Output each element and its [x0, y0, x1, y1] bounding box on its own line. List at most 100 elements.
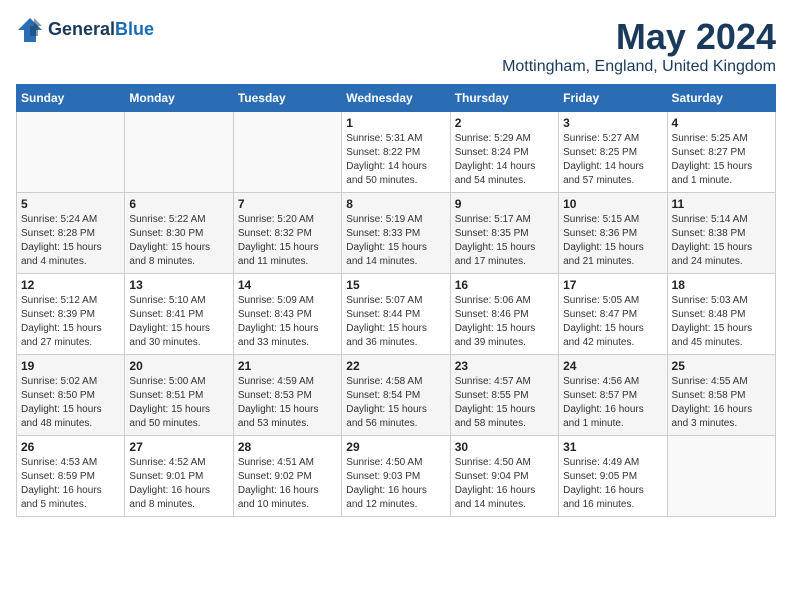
day-number: 19	[21, 359, 120, 373]
day-number: 8	[346, 197, 445, 211]
title-area: May 2024 Mottingham, England, United Kin…	[502, 16, 776, 76]
calendar-cell	[125, 112, 233, 193]
calendar-cell: 2 Sunrise: 5:29 AMSunset: 8:24 PMDaylight…	[450, 112, 558, 193]
day-number: 20	[129, 359, 228, 373]
calendar-cell: 17 Sunrise: 5:05 AMSunset: 8:47 PMDayligh…	[559, 274, 667, 355]
day-detail: Sunrise: 5:15 AMSunset: 8:36 PMDaylight:…	[563, 213, 662, 269]
day-number: 11	[672, 197, 771, 211]
col-header-friday: Friday	[559, 85, 667, 112]
calendar-cell: 10 Sunrise: 5:15 AMSunset: 8:36 PMDayligh…	[559, 193, 667, 274]
calendar-cell	[17, 112, 125, 193]
day-number: 28	[238, 440, 337, 454]
calendar-cell: 6Sunrise: 5:22 AMSunset: 8:30 PMDaylight…	[125, 193, 233, 274]
logo-icon	[16, 16, 44, 44]
logo-line1: General	[48, 19, 115, 39]
day-detail: Sunrise: 4:59 AMSunset: 8:53 PMDaylight:…	[238, 375, 337, 431]
day-detail: Sunrise: 5:24 AMSunset: 8:28 PMDaylight:…	[21, 213, 120, 269]
calendar-cell: 5 Sunrise: 5:24 AMSunset: 8:28 PMDaylight…	[17, 193, 125, 274]
calendar-cell: 9Sunrise: 5:17 AMSunset: 8:35 PMDaylight…	[450, 193, 558, 274]
day-detail: Sunrise: 5:00 AMSunset: 8:51 PMDaylight:…	[129, 375, 228, 431]
header: GeneralBlue May 2024 Mottingham, England…	[16, 16, 776, 76]
day-detail: Sunrise: 5:29 AMSunset: 8:24 PMDaylight:…	[455, 132, 554, 188]
col-header-sunday: Sunday	[17, 85, 125, 112]
day-number: 2	[455, 116, 554, 130]
day-number: 5	[21, 197, 120, 211]
calendar-week-row: 5 Sunrise: 5:24 AMSunset: 8:28 PMDaylight…	[17, 193, 776, 274]
calendar-cell: 13 Sunrise: 5:10 AMSunset: 8:41 PMDayligh…	[125, 274, 233, 355]
day-detail: Sunrise: 4:58 AMSunset: 8:54 PMDaylight:…	[346, 375, 445, 431]
col-header-tuesday: Tuesday	[233, 85, 341, 112]
calendar-cell: 27Sunrise: 4:52 AMSunset: 9:01 PMDayligh…	[125, 436, 233, 517]
day-detail: Sunrise: 5:31 AMSunset: 8:22 PMDaylight:…	[346, 132, 445, 188]
day-number: 22	[346, 359, 445, 373]
col-header-thursday: Thursday	[450, 85, 558, 112]
calendar-week-row: 12Sunrise: 5:12 AMSunset: 8:39 PMDayligh…	[17, 274, 776, 355]
day-detail: Sunrise: 5:25 AMSunset: 8:27 PMDaylight:…	[672, 132, 771, 188]
day-number: 4	[672, 116, 771, 130]
day-number: 13	[129, 278, 228, 292]
calendar-cell: 22 Sunrise: 4:58 AMSunset: 8:54 PMDayligh…	[342, 355, 450, 436]
day-number: 29	[346, 440, 445, 454]
calendar-cell: 3 Sunrise: 5:27 AMSunset: 8:25 PMDaylight…	[559, 112, 667, 193]
day-detail: Sunrise: 5:02 AMSunset: 8:50 PMDaylight:…	[21, 375, 120, 431]
calendar-week-row: 26 Sunrise: 4:53 AMSunset: 8:59 PMDayligh…	[17, 436, 776, 517]
day-detail: Sunrise: 4:50 AMSunset: 9:04 PMDaylight:…	[455, 456, 554, 512]
day-number: 26	[21, 440, 120, 454]
calendar-cell: 28 Sunrise: 4:51 AMSunset: 9:02 PMDayligh…	[233, 436, 341, 517]
calendar-week-row: 1 Sunrise: 5:31 AMSunset: 8:22 PMDaylight…	[17, 112, 776, 193]
calendar-cell: 21 Sunrise: 4:59 AMSunset: 8:53 PMDayligh…	[233, 355, 341, 436]
day-number: 10	[563, 197, 662, 211]
day-number: 1	[346, 116, 445, 130]
col-header-saturday: Saturday	[667, 85, 775, 112]
calendar-cell: 26 Sunrise: 4:53 AMSunset: 8:59 PMDayligh…	[17, 436, 125, 517]
day-detail: Sunrise: 4:55 AMSunset: 8:58 PMDaylight:…	[672, 375, 771, 431]
calendar-cell: 14 Sunrise: 5:09 AMSunset: 8:43 PMDayligh…	[233, 274, 341, 355]
day-detail: Sunrise: 4:53 AMSunset: 8:59 PMDaylight:…	[21, 456, 120, 512]
day-number: 3	[563, 116, 662, 130]
day-number: 30	[455, 440, 554, 454]
calendar-cell: 29 Sunrise: 4:50 AMSunset: 9:03 PMDayligh…	[342, 436, 450, 517]
day-number: 7	[238, 197, 337, 211]
day-detail: Sunrise: 4:57 AMSunset: 8:55 PMDaylight:…	[455, 375, 554, 431]
day-number: 14	[238, 278, 337, 292]
calendar-header-row: SundayMondayTuesdayWednesdayThursdayFrid…	[17, 85, 776, 112]
calendar-cell: 20 Sunrise: 5:00 AMSunset: 8:51 PMDayligh…	[125, 355, 233, 436]
calendar-cell: 23 Sunrise: 4:57 AMSunset: 8:55 PMDayligh…	[450, 355, 558, 436]
day-detail: Sunrise: 5:09 AMSunset: 8:43 PMDaylight:…	[238, 294, 337, 350]
calendar-cell: 12Sunrise: 5:12 AMSunset: 8:39 PMDayligh…	[17, 274, 125, 355]
day-detail: Sunrise: 5:03 AMSunset: 8:48 PMDaylight:…	[672, 294, 771, 350]
day-detail: Sunrise: 5:22 AMSunset: 8:30 PMDaylight:…	[129, 213, 228, 269]
calendar-subtitle: Mottingham, England, United Kingdom	[502, 58, 776, 76]
day-detail: Sunrise: 5:10 AMSunset: 8:41 PMDaylight:…	[129, 294, 228, 350]
calendar-cell: 16Sunrise: 5:06 AMSunset: 8:46 PMDayligh…	[450, 274, 558, 355]
logo: GeneralBlue	[16, 16, 154, 44]
calendar-title: May 2024	[502, 16, 776, 58]
calendar-cell: 18 Sunrise: 5:03 AMSunset: 8:48 PMDayligh…	[667, 274, 775, 355]
day-number: 21	[238, 359, 337, 373]
day-detail: Sunrise: 5:14 AMSunset: 8:38 PMDaylight:…	[672, 213, 771, 269]
calendar-cell: 11 Sunrise: 5:14 AMSunset: 8:38 PMDayligh…	[667, 193, 775, 274]
day-number: 16	[455, 278, 554, 292]
day-detail: Sunrise: 5:27 AMSunset: 8:25 PMDaylight:…	[563, 132, 662, 188]
day-number: 23	[455, 359, 554, 373]
day-number: 12	[21, 278, 120, 292]
day-detail: Sunrise: 5:05 AMSunset: 8:47 PMDaylight:…	[563, 294, 662, 350]
day-number: 25	[672, 359, 771, 373]
day-detail: Sunrise: 5:07 AMSunset: 8:44 PMDaylight:…	[346, 294, 445, 350]
day-number: 15	[346, 278, 445, 292]
col-header-monday: Monday	[125, 85, 233, 112]
calendar-body: 1 Sunrise: 5:31 AMSunset: 8:22 PMDaylight…	[17, 112, 776, 517]
day-number: 27	[129, 440, 228, 454]
day-detail: Sunrise: 5:20 AMSunset: 8:32 PMDaylight:…	[238, 213, 337, 269]
day-number: 18	[672, 278, 771, 292]
col-header-wednesday: Wednesday	[342, 85, 450, 112]
day-detail: Sunrise: 4:50 AMSunset: 9:03 PMDaylight:…	[346, 456, 445, 512]
calendar-cell: 7 Sunrise: 5:20 AMSunset: 8:32 PMDaylight…	[233, 193, 341, 274]
logo-line2: Blue	[115, 19, 154, 39]
calendar-cell: 1 Sunrise: 5:31 AMSunset: 8:22 PMDaylight…	[342, 112, 450, 193]
day-detail: Sunrise: 4:51 AMSunset: 9:02 PMDaylight:…	[238, 456, 337, 512]
day-number: 17	[563, 278, 662, 292]
calendar-table: SundayMondayTuesdayWednesdayThursdayFrid…	[16, 84, 776, 517]
day-detail: Sunrise: 5:19 AMSunset: 8:33 PMDaylight:…	[346, 213, 445, 269]
calendar-cell: 30 Sunrise: 4:50 AMSunset: 9:04 PMDayligh…	[450, 436, 558, 517]
